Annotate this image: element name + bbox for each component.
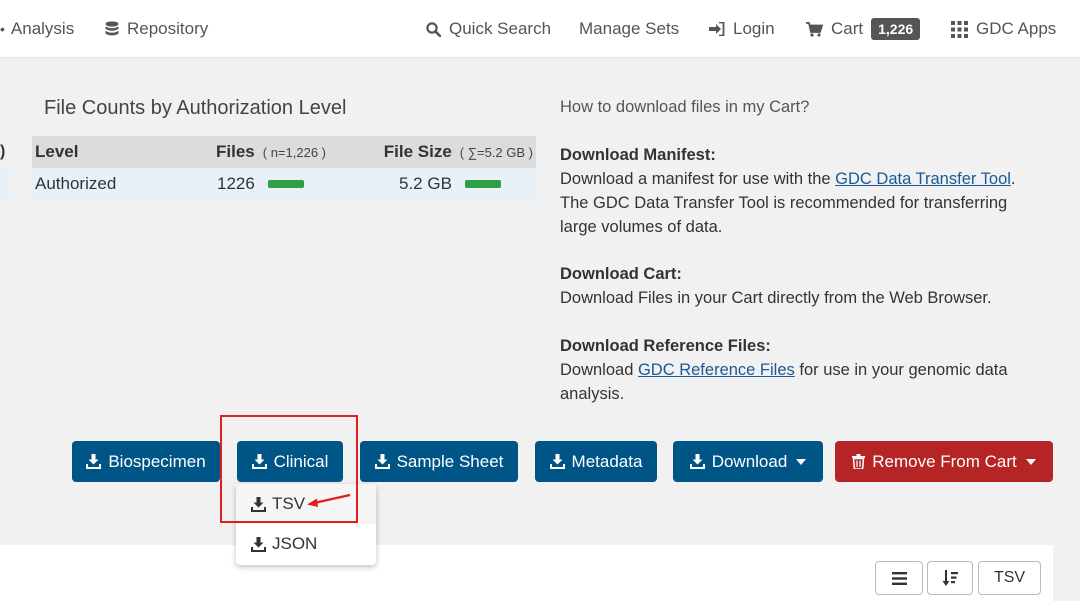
manifest-text-post: . — [1010, 170, 1016, 188]
table-menu-button[interactable] — [875, 561, 923, 595]
cart-icon — [806, 21, 823, 37]
download-icon — [374, 454, 390, 469]
file-counts-table: Level Files ( n=1,226 ) File Size ( ∑=5.… — [32, 136, 536, 200]
files-cell: 1226 — [217, 168, 304, 200]
nav-gdc-apps-label: GDC Apps — [976, 19, 1057, 38]
size-value: 5.2 GB — [399, 174, 452, 193]
cart-title: Download Cart: — [560, 265, 682, 283]
size-header-total: ( ∑=5.2 GB ) — [459, 144, 533, 160]
download-icon — [86, 454, 102, 469]
files-bar — [267, 180, 304, 188]
download-icon — [689, 454, 705, 469]
nav-login-label: Login — [733, 19, 775, 38]
nav-manage-sets[interactable]: Manage Sets — [579, 0, 679, 58]
reference-files-link[interactable]: GDC Reference Files — [638, 361, 795, 379]
level-header: Level — [35, 142, 79, 161]
reference-text-post: for use in your genomic data — [794, 361, 1008, 379]
reference-line-1: Download GDC Reference Files for use in … — [560, 358, 1008, 382]
size-header-label: File Size — [383, 142, 452, 161]
files-header-count: ( n=1,226 ) — [262, 144, 326, 160]
nav-quick-search-label: Quick Search — [449, 19, 552, 38]
nav-cart[interactable]: Cart 1,226 — [806, 0, 921, 58]
biospecimen-button[interactable]: Biospecimen — [72, 441, 220, 482]
caret-down-icon — [1025, 458, 1036, 465]
biospecimen-label: Biospecimen — [108, 451, 206, 471]
sort-icon — [942, 570, 958, 586]
table-row: Authorized 1226 5.2 GB — [32, 168, 536, 200]
nav-analysis[interactable]: • Analysis — [0, 0, 74, 58]
table-header: Level Files ( n=1,226 ) File Size ( ∑=5.… — [32, 136, 536, 168]
help-question: How to download files in my Cart? — [560, 98, 810, 116]
manifest-line-3: large volumes of data. — [560, 218, 723, 236]
caret-down-icon — [796, 458, 807, 465]
size-header: File Size ( ∑=5.2 GB ) — [384, 136, 533, 168]
analysis-icon: • — [0, 21, 5, 37]
nav-gdc-apps[interactable]: GDC Apps — [951, 0, 1056, 58]
files-header: Files ( n=1,226 ) — [216, 136, 326, 168]
download-button[interactable]: Download — [673, 441, 823, 482]
remove-from-cart-label: Remove From Cart — [872, 451, 1017, 471]
manifest-line-1: Download a manifest for use with the GDC… — [560, 167, 1016, 191]
trash-icon — [852, 454, 866, 469]
files-header-label: Files — [216, 142, 255, 161]
tsv-export-button[interactable]: TSV — [978, 561, 1041, 595]
size-bar — [464, 180, 501, 188]
search-icon — [426, 21, 441, 37]
login-icon — [709, 22, 725, 36]
reference-text-pre: Download — [560, 361, 638, 379]
apps-grid-icon — [951, 20, 968, 38]
reference-line-2: analysis. — [560, 385, 625, 403]
menu-icon — [891, 571, 907, 585]
nav-cart-label: Cart — [831, 19, 864, 38]
cart-text: Download Files in your Cart directly fro… — [560, 289, 992, 307]
file-counts-title: File Counts by Authorization Level — [44, 97, 347, 119]
table-row-fragment — [0, 168, 10, 200]
level-cell: Authorized — [35, 174, 117, 193]
dropdown-item-json[interactable]: JSON — [236, 524, 376, 564]
remove-from-cart-button[interactable]: Remove From Cart — [835, 441, 1053, 482]
manifest-title: Download Manifest: — [560, 146, 716, 164]
nav-analysis-label: Analysis — [10, 19, 75, 38]
cart-count-badge: 1,226 — [871, 18, 921, 40]
dropdown-item-json-label: JSON — [272, 534, 318, 553]
manifest-text-pre: Download a manifest for use with the — [560, 170, 836, 188]
table-fragment: ) — [0, 143, 6, 160]
metadata-button[interactable]: Metadata — [535, 441, 657, 482]
nav-login[interactable]: Login — [709, 0, 775, 58]
download-icon — [251, 536, 266, 552]
manifest-line-2: The GDC Data Transfer Tool is recommende… — [560, 194, 1008, 212]
database-icon — [105, 21, 119, 36]
nav-manage-sets-label: Manage Sets — [579, 19, 680, 38]
download-label: Download — [711, 451, 788, 471]
reference-title: Download Reference Files: — [560, 337, 771, 355]
top-nav: • Analysis Repository Quick Search Manag… — [0, 0, 1080, 58]
files-value: 1226 — [217, 174, 255, 193]
nav-quick-search[interactable]: Quick Search — [426, 0, 551, 58]
metadata-label: Metadata — [571, 451, 643, 471]
nav-repository[interactable]: Repository — [105, 0, 208, 58]
size-cell: 5.2 GB — [399, 168, 501, 200]
tsv-export-label: TSV — [993, 569, 1026, 586]
sample-sheet-label: Sample Sheet — [396, 451, 504, 471]
sort-button[interactable] — [927, 561, 973, 595]
nav-repository-label: Repository — [127, 19, 209, 38]
data-transfer-tool-link[interactable]: GDC Data Transfer Tool — [835, 170, 1011, 188]
annotation-arrow — [307, 493, 351, 507]
sample-sheet-button[interactable]: Sample Sheet — [360, 441, 518, 482]
download-icon — [549, 454, 565, 469]
